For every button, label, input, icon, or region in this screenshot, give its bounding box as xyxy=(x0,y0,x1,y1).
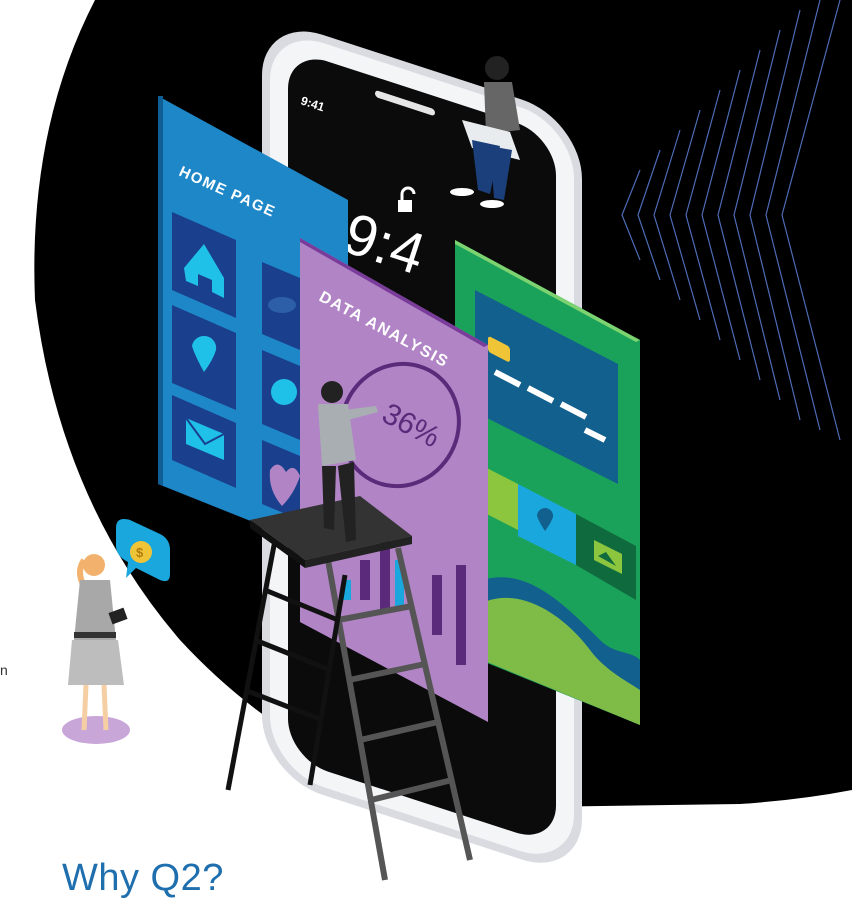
section-heading: Why Q2? xyxy=(62,857,224,899)
illustration: 9:41 9:4 HOME PAGE DATA ANALYSIS 36% $ xyxy=(34,0,852,881)
coin-symbol: $ xyxy=(136,545,144,560)
woman-with-tablet xyxy=(68,554,128,731)
car-icon xyxy=(268,297,296,313)
partial-side-text: n xyxy=(0,662,8,678)
woman-shadow xyxy=(62,716,130,744)
play-icon xyxy=(271,379,297,405)
